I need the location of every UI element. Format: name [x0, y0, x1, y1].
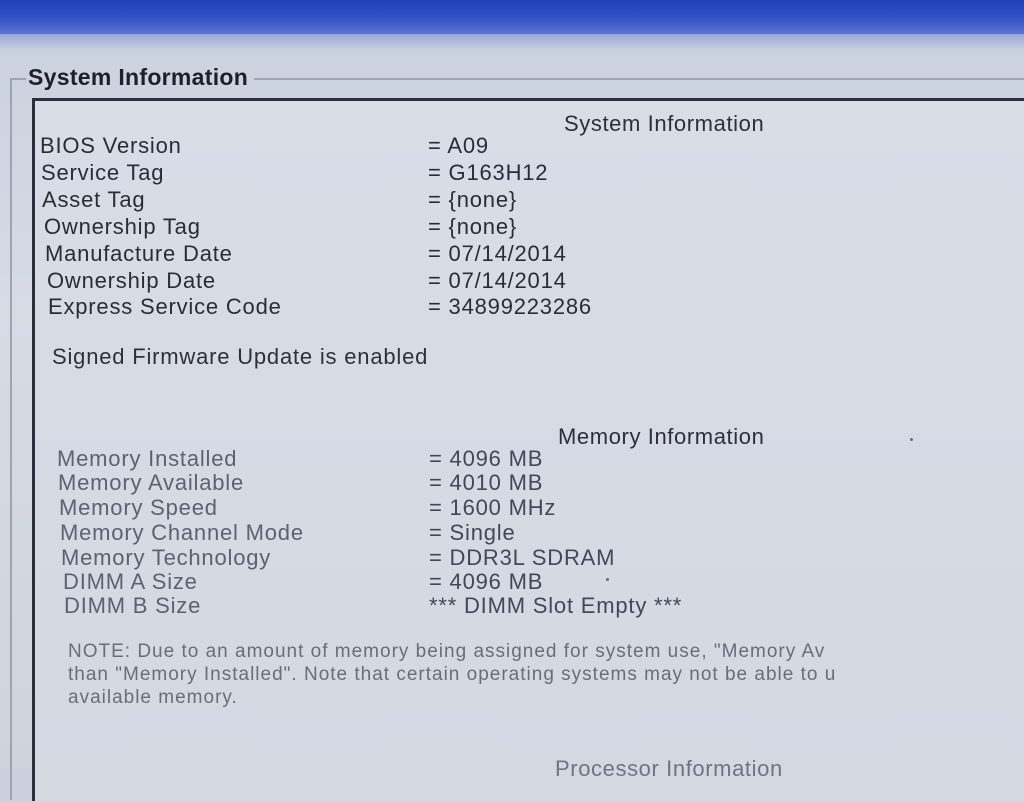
row-service-tag: Service Tag = G163H12 — [41, 160, 741, 186]
row-memory-technology: Memory Technology = DDR3L SDRAM — [61, 545, 761, 571]
signed-firmware-status: Signed Firmware Update is enabled — [52, 344, 429, 369]
memory-note-line: than "Memory Installed". Note that certa… — [68, 664, 837, 685]
ownership-date-label: Ownership Date — [47, 268, 216, 293]
memory-speed-label: Memory Speed — [59, 495, 218, 520]
manufacture-date-value: = 07/14/2014 — [428, 241, 567, 266]
memory-technology-label: Memory Technology — [61, 545, 272, 570]
express-service-code-value: = 34899223286 — [428, 294, 592, 319]
memory-speed-value: = 1600 MHz — [429, 495, 557, 520]
manufacture-date-label: Manufacture Date — [45, 241, 233, 266]
group-box-title: System Information — [26, 64, 255, 91]
memory-available-value: = 4010 MB — [429, 470, 544, 495]
row-dimm-b-size: DIMM B Size *** DIMM Slot Empty *** — [64, 593, 764, 619]
dimm-b-size-label: DIMM B Size — [64, 593, 202, 618]
memory-installed-value: = 4096 MB — [429, 446, 544, 471]
service-tag-label: Service Tag — [41, 160, 165, 185]
memory-installed-label: Memory Installed — [57, 446, 238, 471]
row-memory-speed: Memory Speed = 1600 MHz — [59, 495, 759, 521]
memory-available-label: Memory Available — [58, 470, 245, 495]
asset-tag-value: = {none} — [428, 187, 517, 212]
row-memory-channel-mode: Memory Channel Mode = Single — [60, 520, 760, 546]
bios-version-value: = A09 — [428, 133, 489, 158]
row-memory-available: Memory Available = 4010 MB — [58, 470, 758, 496]
row-ownership-tag: Ownership Tag = {none} — [44, 214, 744, 240]
memory-channel-mode-label: Memory Channel Mode — [60, 520, 304, 545]
bios-version-label: BIOS Version — [40, 133, 182, 158]
screen-speck — [910, 438, 913, 441]
ownership-date-value: = 07/14/2014 — [428, 268, 567, 293]
dimm-b-size-value: *** DIMM Slot Empty *** — [429, 593, 683, 618]
row-ownership-date: Ownership Date = 07/14/2014 — [47, 268, 747, 294]
asset-tag-label: Asset Tag — [42, 187, 146, 212]
memory-note-line: available memory. — [68, 687, 238, 708]
dimm-a-size-value: = 4096 MB — [429, 569, 544, 594]
title-bar-gradient — [0, 34, 1024, 50]
row-express-service-code: Express Service Code = 34899223286 — [48, 294, 748, 320]
row-dimm-a-size: DIMM A Size = 4096 MB — [63, 569, 763, 595]
memory-technology-value: = DDR3L SDRAM — [429, 545, 616, 570]
ownership-tag-label: Ownership Tag — [44, 214, 201, 239]
row-bios-version: BIOS Version = A09 — [40, 133, 740, 159]
service-tag-value: = G163H12 — [428, 160, 549, 185]
row-memory-installed: Memory Installed = 4096 MB — [57, 446, 757, 472]
window-title-bar — [0, 0, 1024, 34]
row-manufacture-date: Manufacture Date = 07/14/2014 — [45, 241, 745, 267]
processor-info-heading: Processor Information — [555, 756, 783, 781]
dimm-a-size-label: DIMM A Size — [63, 569, 198, 594]
row-asset-tag: Asset Tag = {none} — [42, 187, 742, 213]
memory-note: NOTE: Due to an amount of memory being a… — [68, 640, 1024, 709]
memory-note-line: NOTE: Due to an amount of memory being a… — [68, 641, 826, 662]
memory-channel-mode-value: = Single — [429, 520, 516, 545]
ownership-tag-value: = {none} — [428, 214, 517, 239]
screen-speck — [606, 578, 609, 581]
express-service-code-label: Express Service Code — [48, 294, 282, 319]
